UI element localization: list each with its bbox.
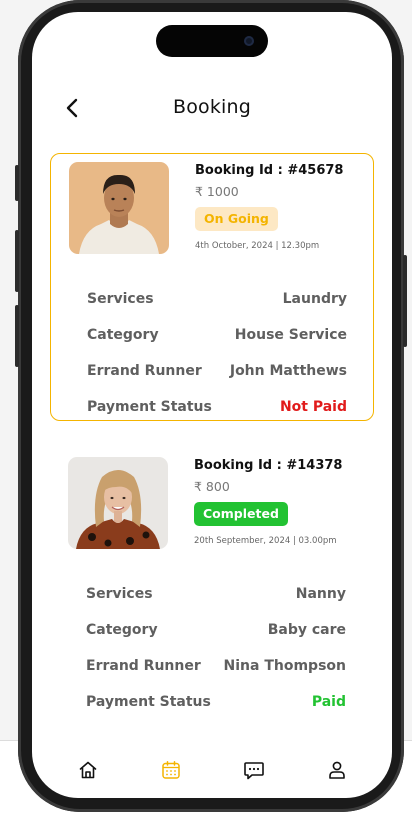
detail-label: Payment Status: [87, 399, 212, 415]
booking-card[interactable]: Booking Id : #14378 ₹ 800 Completed 20th…: [50, 449, 374, 717]
payment-status-value: Not Paid: [279, 399, 347, 415]
header: Booking: [32, 92, 392, 124]
detail-row-payment-status: Payment Status Paid: [86, 692, 346, 712]
errand-runner-photo: [69, 162, 169, 254]
detail-row-services: Services Nanny: [86, 584, 346, 604]
detail-label: Errand Runner: [86, 658, 201, 674]
nav-home[interactable]: [74, 756, 102, 784]
profile-icon: [328, 761, 345, 779]
booking-date: 4th October, 2024 | 12.30pm: [195, 241, 320, 251]
detail-label: Category: [87, 327, 159, 343]
detail-value: John Matthews: [229, 363, 347, 379]
booking-date: 20th September, 2024 | 03.00pm: [194, 536, 337, 546]
booking-card[interactable]: Booking Id : #45678 ₹ 1000 On Going 4th …: [50, 153, 374, 421]
detail-value: House Service: [234, 327, 347, 343]
nav-bookings[interactable]: [157, 756, 185, 784]
home-icon: [79, 761, 96, 779]
detail-label: Services: [87, 291, 154, 307]
chat-icon: [243, 762, 264, 780]
nav-profile[interactable]: [323, 756, 351, 784]
nav-messages[interactable]: [240, 756, 268, 784]
phone-mute-switch: [15, 165, 19, 201]
payment-status-value: Paid: [311, 694, 346, 710]
booking-id: Booking Id : #14378: [194, 458, 343, 473]
detail-label: Services: [86, 586, 153, 602]
booking-price: ₹ 800: [194, 479, 230, 494]
dynamic-island: [156, 25, 268, 57]
booking-price: ₹ 1000: [195, 184, 239, 199]
app-screen: Booking Booking Id : #45678 ₹ 1000 On Go…: [32, 12, 392, 798]
calendar-icon: [161, 761, 180, 779]
detail-row-services: Services Laundry: [87, 289, 347, 309]
detail-row-errand-runner: Errand Runner Nina Thompson: [86, 656, 346, 676]
bottom-nav: [32, 742, 392, 798]
detail-row-payment-status: Payment Status Not Paid: [87, 397, 347, 417]
status-badge: On Going: [195, 207, 278, 231]
phone-volume-up-button: [15, 230, 19, 292]
detail-value: Laundry: [282, 291, 347, 307]
booking-id: Booking Id : #45678: [195, 163, 344, 178]
phone-power-button: [403, 255, 407, 347]
detail-label: Category: [86, 622, 158, 638]
errand-runner-photo: [68, 457, 168, 549]
phone-volume-down-button: [15, 305, 19, 367]
detail-value: Nina Thompson: [223, 658, 346, 674]
status-badge: Completed: [194, 502, 288, 526]
detail-row-errand-runner: Errand Runner John Matthews: [87, 361, 347, 381]
front-camera: [244, 36, 254, 46]
detail-value: Baby care: [267, 622, 346, 638]
detail-row-category: Category Baby care: [86, 620, 346, 640]
detail-label: Payment Status: [86, 694, 211, 710]
detail-row-category: Category House Service: [87, 325, 347, 345]
page-title: Booking: [172, 96, 252, 118]
detail-value: Nanny: [295, 586, 346, 602]
detail-label: Errand Runner: [87, 363, 202, 379]
